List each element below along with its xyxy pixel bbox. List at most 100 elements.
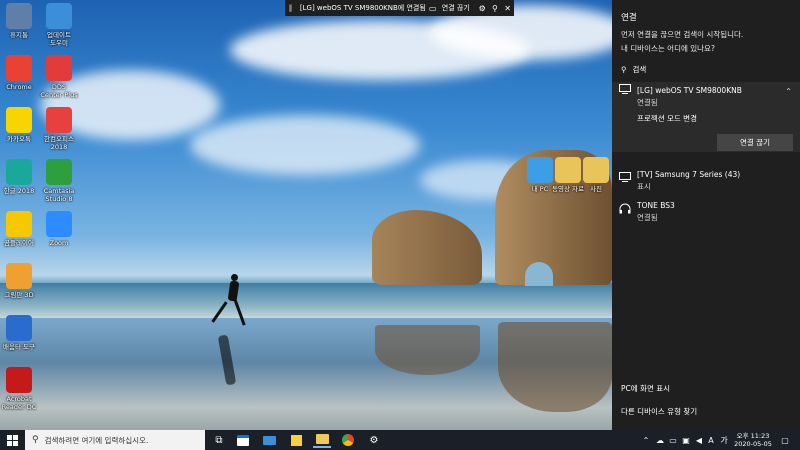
search-icon: ⚲	[32, 435, 39, 445]
ime-language-indicator[interactable]: 가	[718, 430, 730, 450]
desktop-icon[interactable]: 배움터 도구	[0, 315, 41, 351]
settings-gear-icon[interactable]: ⚙	[365, 432, 383, 448]
device-status: 연결됨	[637, 213, 658, 222]
start-button[interactable]	[3, 430, 21, 450]
tv-icon	[619, 172, 633, 184]
desktop-icon-label: 한글 2018	[3, 187, 35, 195]
device-name: [LG] webOS TV SM9800KNB	[637, 86, 742, 95]
file-explorer-icon[interactable]	[313, 432, 331, 448]
close-icon[interactable]: ✕	[501, 4, 514, 13]
taskbar-search-box[interactable]: ⚲ 검색하려면 여기에 입력하십시오.	[25, 430, 205, 450]
find-other-devices-link[interactable]: 다른 디바이스 유형 찾기	[621, 406, 697, 417]
volume-icon[interactable]: ◀	[693, 430, 705, 450]
device-name: [TV] Samsung 7 Series (43)	[637, 170, 741, 179]
network-icon[interactable]: ▭	[667, 430, 679, 450]
task-view-icon[interactable]: ⧉	[210, 432, 228, 448]
onedrive-icon[interactable]: ☁	[654, 430, 666, 450]
chevron-up-icon[interactable]: ⌃	[640, 430, 652, 450]
recycle-bin-icon	[6, 3, 32, 29]
windows-logo-icon	[6, 434, 18, 446]
desktop-icon[interactable]: 업데이트 도우미	[37, 3, 81, 47]
desktop-icon[interactable]: Acrobat Reader DC	[0, 367, 41, 411]
panel-message-text: 먼저 연결을 끊으면 검색이 시작됩니다. 내 디바이스는 어디에 있나요?	[621, 30, 744, 53]
desktop-icon-label: 곰플레이어	[4, 239, 34, 247]
desktop-icon-label: 배움터 도구	[3, 343, 35, 351]
drag-handle-icon[interactable]: ‖	[285, 4, 296, 12]
taskbar-search-placeholder: 검색하려면 여기에 입력하십시오.	[44, 435, 149, 445]
rock-arch-left	[372, 210, 482, 285]
taskbar-clock[interactable]: 오후 11:23 2020-05-05	[731, 432, 775, 448]
store-icon[interactable]	[234, 432, 252, 448]
device-status: 표시	[637, 182, 651, 191]
desktop-icon-label: 한컴오피스 2018	[44, 135, 74, 151]
folder-icon	[583, 157, 609, 183]
cast-icon: ▭	[429, 3, 437, 13]
desktop-icon[interactable]: 곰플레이어	[0, 211, 41, 247]
device-status: 연결됨	[637, 98, 658, 107]
connect-panel: 연결 먼저 연결을 끊으면 검색이 시작됩니다. 내 디바이스는 어디에 있나요?…	[612, 0, 800, 430]
desktop-icon-label: 휴지통	[10, 31, 28, 39]
chrome-icon	[6, 55, 32, 81]
desktop-icon-label: 카카오톡	[7, 135, 31, 143]
camtasia-icon	[46, 159, 72, 185]
mail-icon[interactable]	[260, 432, 278, 448]
clock-time: 오후 11:23	[736, 432, 770, 440]
desktop-icon-label: 업데이트 도우미	[47, 31, 71, 47]
panel-title: 연결	[621, 13, 637, 23]
pin-icon[interactable]: ⚲	[489, 4, 502, 13]
tv-icon	[619, 84, 633, 96]
sticky-notes-icon[interactable]	[287, 432, 305, 448]
project-to-pc-link[interactable]: PC에 화면 표시	[621, 383, 670, 394]
cast-disconnect-button[interactable]: ▭ 연결 끊기	[426, 3, 476, 13]
desktop-icon[interactable]: 휴지통	[0, 3, 41, 39]
desktop-icon-label: Zoom	[49, 239, 69, 247]
panel-search-label: 검색	[632, 65, 647, 74]
hangul-icon	[6, 159, 32, 185]
device-name: TONE BS3	[637, 201, 675, 210]
cast-bar-title: [LG] webOS TV SM9800KNB에 연결됨	[299, 4, 426, 12]
kakaotalk-icon	[6, 107, 32, 133]
gom-player-icon	[6, 211, 32, 237]
rock-reflection	[375, 325, 480, 375]
desktop-icon-label: Acrobat Reader DC	[1, 395, 37, 411]
zoom-icon	[46, 211, 72, 237]
acrobat-reader-icon	[6, 367, 32, 393]
ime-mode-indicator[interactable]: A	[705, 430, 717, 450]
arch-opening	[525, 262, 553, 286]
paint-3d-icon	[6, 263, 32, 289]
desktop-icon[interactable]: 그림판 3D	[0, 263, 41, 299]
desktop-icon[interactable]: 카카오톡	[0, 107, 41, 143]
notification-center-icon[interactable]: ▢	[777, 430, 793, 450]
cast-icon[interactable]: ▣	[680, 430, 692, 450]
disconnect-button[interactable]: 연결 끊기	[717, 134, 793, 151]
settings-gear-icon[interactable]: ⚙	[476, 4, 489, 13]
hancom-office-icon	[46, 107, 72, 133]
panel-message: 먼저 연결을 끊으면 검색이 시작됩니다. 내 디바이스는 어디에 있나요?	[621, 28, 797, 56]
desktop-icon-label: Camtasia Studio 8	[43, 187, 75, 203]
device-item-samsung-tv[interactable]: [TV] Samsung 7 Series (43) 표시	[612, 170, 800, 194]
chrome-taskbar-icon[interactable]	[339, 432, 357, 448]
projection-mode-link[interactable]: 프로젝션 모드 변경	[637, 113, 697, 124]
desktop-icon-label: 그림판 3D	[4, 291, 34, 299]
desktop-icon[interactable]: 한컴오피스 2018	[37, 107, 81, 151]
chevron-up-icon[interactable]: ⌃	[785, 87, 792, 96]
desktop-icon[interactable]: 한글 2018	[0, 159, 41, 195]
headphones-icon	[619, 203, 633, 215]
clock-date: 2020-05-05	[734, 440, 772, 448]
desktop-icon-label: DDS Center Plus	[40, 83, 78, 99]
cast-disconnect-label: 연결 끊기	[441, 4, 470, 12]
taskbar: ⚲ 검색하려면 여기에 입력하십시오. ⧉ ⚙ ⌃ ☁ ▭ ▣ ◀ A 가 오후…	[0, 430, 800, 450]
dds-center-icon	[46, 55, 72, 81]
desktop-icon[interactable]: Zoom	[37, 211, 81, 247]
update-assistant-icon	[46, 3, 72, 29]
desktop-icon-label: Chrome	[6, 83, 32, 91]
device-item-lg-tv[interactable]: [LG] webOS TV SM9800KNB 연결됨 ⌃ 프로젝션 모드 변경…	[612, 82, 800, 152]
device-item-tone-bs3[interactable]: TONE BS3 연결됨	[612, 201, 800, 225]
cast-connection-bar: ‖ [LG] webOS TV SM9800KNB에 연결됨 ▭ 연결 끊기 ⚙…	[285, 0, 514, 16]
desktop-icon[interactable]: Chrome	[0, 55, 41, 91]
helper-tool-icon	[6, 315, 32, 341]
search-icon: ⚲	[621, 65, 627, 74]
desktop-icon[interactable]: DDS Center Plus	[37, 55, 81, 99]
desktop-icon[interactable]: Camtasia Studio 8	[37, 159, 81, 203]
panel-search-link[interactable]: ⚲ 검색	[621, 64, 646, 75]
